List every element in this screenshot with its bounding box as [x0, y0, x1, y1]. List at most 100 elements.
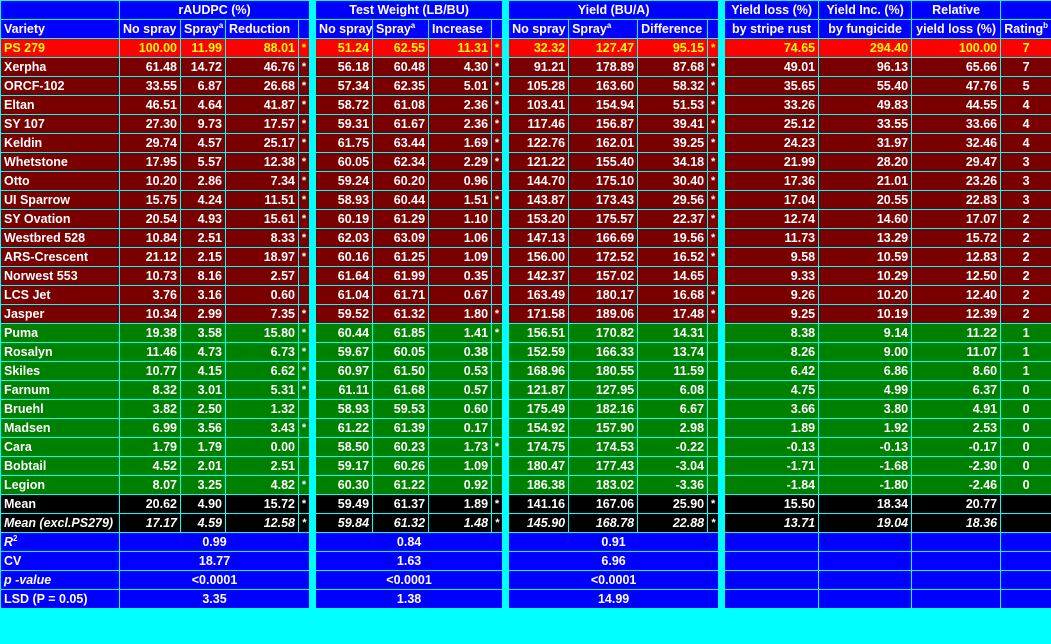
cell-tw-increase: 0.35	[428, 266, 493, 286]
table-row: Eltan 46.51 4.64 41.87 * 58.72 61.08 2.36 * 103.4…	[0, 95, 1051, 115]
cell-raudpc-sig: *	[297, 361, 311, 381]
cell-variety: PS 279	[0, 38, 120, 58]
cell-yield-difference: 30.40	[637, 171, 709, 191]
cell-yield-sig	[707, 342, 720, 362]
cell-raudpc-sig: *	[297, 95, 311, 115]
stat-raudpc: <0.0001	[118, 570, 311, 590]
cell-tw-sig	[491, 380, 504, 400]
cell-tw-spray: 61.29	[372, 209, 430, 229]
cell-tw-increase: 1.09	[428, 247, 493, 267]
cell-tw-no-spray: 60.16	[315, 247, 374, 267]
cell-yield-spray: 154.94	[568, 95, 639, 115]
cell-yield-loss: 35.65	[724, 76, 820, 96]
cell-raudpc-no-spray: 10.20	[119, 171, 181, 191]
stat-blank	[911, 589, 1002, 609]
table-row: Xerpha 61.48 14.72 46.76 * 56.18 60.48 4.30 * 91.…	[0, 57, 1051, 77]
cell-variety: SY 107	[0, 114, 120, 134]
cell-tw-spray: 61.85	[372, 323, 430, 343]
cell-relative-yield-loss: 22.83	[911, 190, 1002, 210]
stat-label: p -value	[0, 570, 120, 590]
cell-tw-sig: *	[491, 76, 504, 96]
header-yield-difference: Difference	[637, 19, 709, 39]
table-row: SY 107 27.30 9.73 17.57 * 59.31 61.67 2.36 * 117.…	[0, 114, 1051, 134]
cell-yield-difference: 29.56	[637, 190, 709, 210]
cell-yield-difference: 39.41	[637, 114, 709, 134]
cell-yield-difference: -3.36	[637, 475, 709, 495]
cell-variety: Cara	[0, 437, 120, 457]
cell-rating	[1000, 513, 1051, 533]
cell-yield-spray: 173.43	[568, 190, 639, 210]
cell-raudpc-reduction: 46.76	[225, 57, 299, 77]
table-row: ORCF-102 33.55 6.87 26.68 * 57.34 62.35 5.01 * 10…	[0, 76, 1051, 96]
cell-yield-inc: 294.40	[818, 38, 913, 58]
cell-raudpc-spray: 2.50	[180, 399, 226, 419]
cell-rating: 2	[1000, 209, 1051, 229]
cell-yield-difference: 11.59	[637, 361, 709, 381]
cell-tw-spray: 61.32	[372, 304, 430, 324]
header-yield-inc: Yield Inc. (%)	[818, 0, 913, 20]
cell-rating: 5	[1000, 76, 1051, 96]
stat-row: R2 0.99 0.84 0.91	[0, 532, 1051, 552]
cell-tw-increase: 1.41	[428, 323, 493, 343]
cell-yield-difference: 39.25	[637, 133, 709, 153]
cell-tw-increase: 5.01	[428, 76, 493, 96]
cell-yield-difference: 22.88	[637, 513, 709, 533]
cell-variety: Eltan	[0, 95, 120, 115]
cell-yield-inc: 14.60	[818, 209, 913, 229]
cell-tw-sig	[491, 209, 504, 229]
cell-tw-sig	[491, 266, 504, 286]
cell-raudpc-reduction: 4.82	[225, 475, 299, 495]
header-rating: Ratingb	[1000, 19, 1051, 39]
table-row: Keldin 29.74 4.57 25.17 * 61.75 63.44 1.69 * 122.…	[0, 133, 1051, 153]
cell-raudpc-spray: 5.57	[180, 152, 226, 172]
cell-yield-loss: 21.99	[724, 152, 820, 172]
stat-blank	[1000, 589, 1051, 609]
cell-tw-no-spray: 58.50	[315, 437, 374, 457]
cell-yield-spray: 157.02	[568, 266, 639, 286]
cell-yield-inc: 28.20	[818, 152, 913, 172]
cell-yield-difference: 13.74	[637, 342, 709, 362]
header-raudpc-no-spray: No spray	[119, 19, 181, 39]
cell-raudpc-sig: *	[297, 152, 311, 172]
cell-tw-spray: 59.53	[372, 399, 430, 419]
cell-tw-spray: 60.26	[372, 456, 430, 476]
stat-blank	[818, 551, 913, 571]
header-row-1: rAUDPC (%) Test Weight (LB/BU) Yield (BU…	[0, 0, 1051, 20]
cell-raudpc-spray: 2.15	[180, 247, 226, 267]
cell-yield-difference: 58.32	[637, 76, 709, 96]
cell-raudpc-reduction: 2.51	[225, 456, 299, 476]
cell-tw-sig: *	[491, 152, 504, 172]
cell-raudpc-reduction: 15.80	[225, 323, 299, 343]
cell-raudpc-sig: *	[297, 342, 311, 362]
header-rating-top	[1000, 0, 1051, 20]
cell-raudpc-spray: 3.01	[180, 380, 226, 400]
cell-raudpc-reduction: 41.87	[225, 95, 299, 115]
cell-yield-difference: 16.68	[637, 285, 709, 305]
cell-yield-inc: 96.13	[818, 57, 913, 77]
table-row: Mean 20.62 4.90 15.72 * 59.49 61.37 1.89 * 141.16…	[0, 494, 1051, 514]
cell-yield-loss: 3.66	[724, 399, 820, 419]
cell-yield-loss: 17.04	[724, 190, 820, 210]
cell-yield-sig	[707, 399, 720, 419]
table-row: Westbred 528 10.84 2.51 8.33 * 62.03 63.09 1.06…	[0, 228, 1051, 248]
cell-relative-yield-loss: -2.30	[911, 456, 1002, 476]
cell-raudpc-spray: 2.86	[180, 171, 226, 191]
cell-raudpc-spray: 2.99	[180, 304, 226, 324]
results-table: rAUDPC (%) Test Weight (LB/BU) Yield (BU…	[0, 0, 1051, 609]
cell-tw-increase: 0.67	[428, 285, 493, 305]
cell-tw-no-spray: 61.64	[315, 266, 374, 286]
cell-tw-sig: *	[491, 494, 504, 514]
cell-yield-sig: *	[707, 95, 720, 115]
cell-variety: Xerpha	[0, 57, 120, 77]
cell-tw-sig: *	[491, 57, 504, 77]
cell-raudpc-sig	[297, 266, 311, 286]
stat-yield: 6.96	[508, 551, 720, 571]
cell-tw-increase: 0.57	[428, 380, 493, 400]
cell-relative-yield-loss: 33.66	[911, 114, 1002, 134]
cell-yield-loss: 9.33	[724, 266, 820, 286]
cell-variety: Westbred 528	[0, 228, 120, 248]
cell-raudpc-spray: 4.59	[180, 513, 226, 533]
cell-relative-yield-loss: 44.55	[911, 95, 1002, 115]
cell-raudpc-no-spray: 61.48	[119, 57, 181, 77]
cell-variety: Skiles	[0, 361, 120, 381]
